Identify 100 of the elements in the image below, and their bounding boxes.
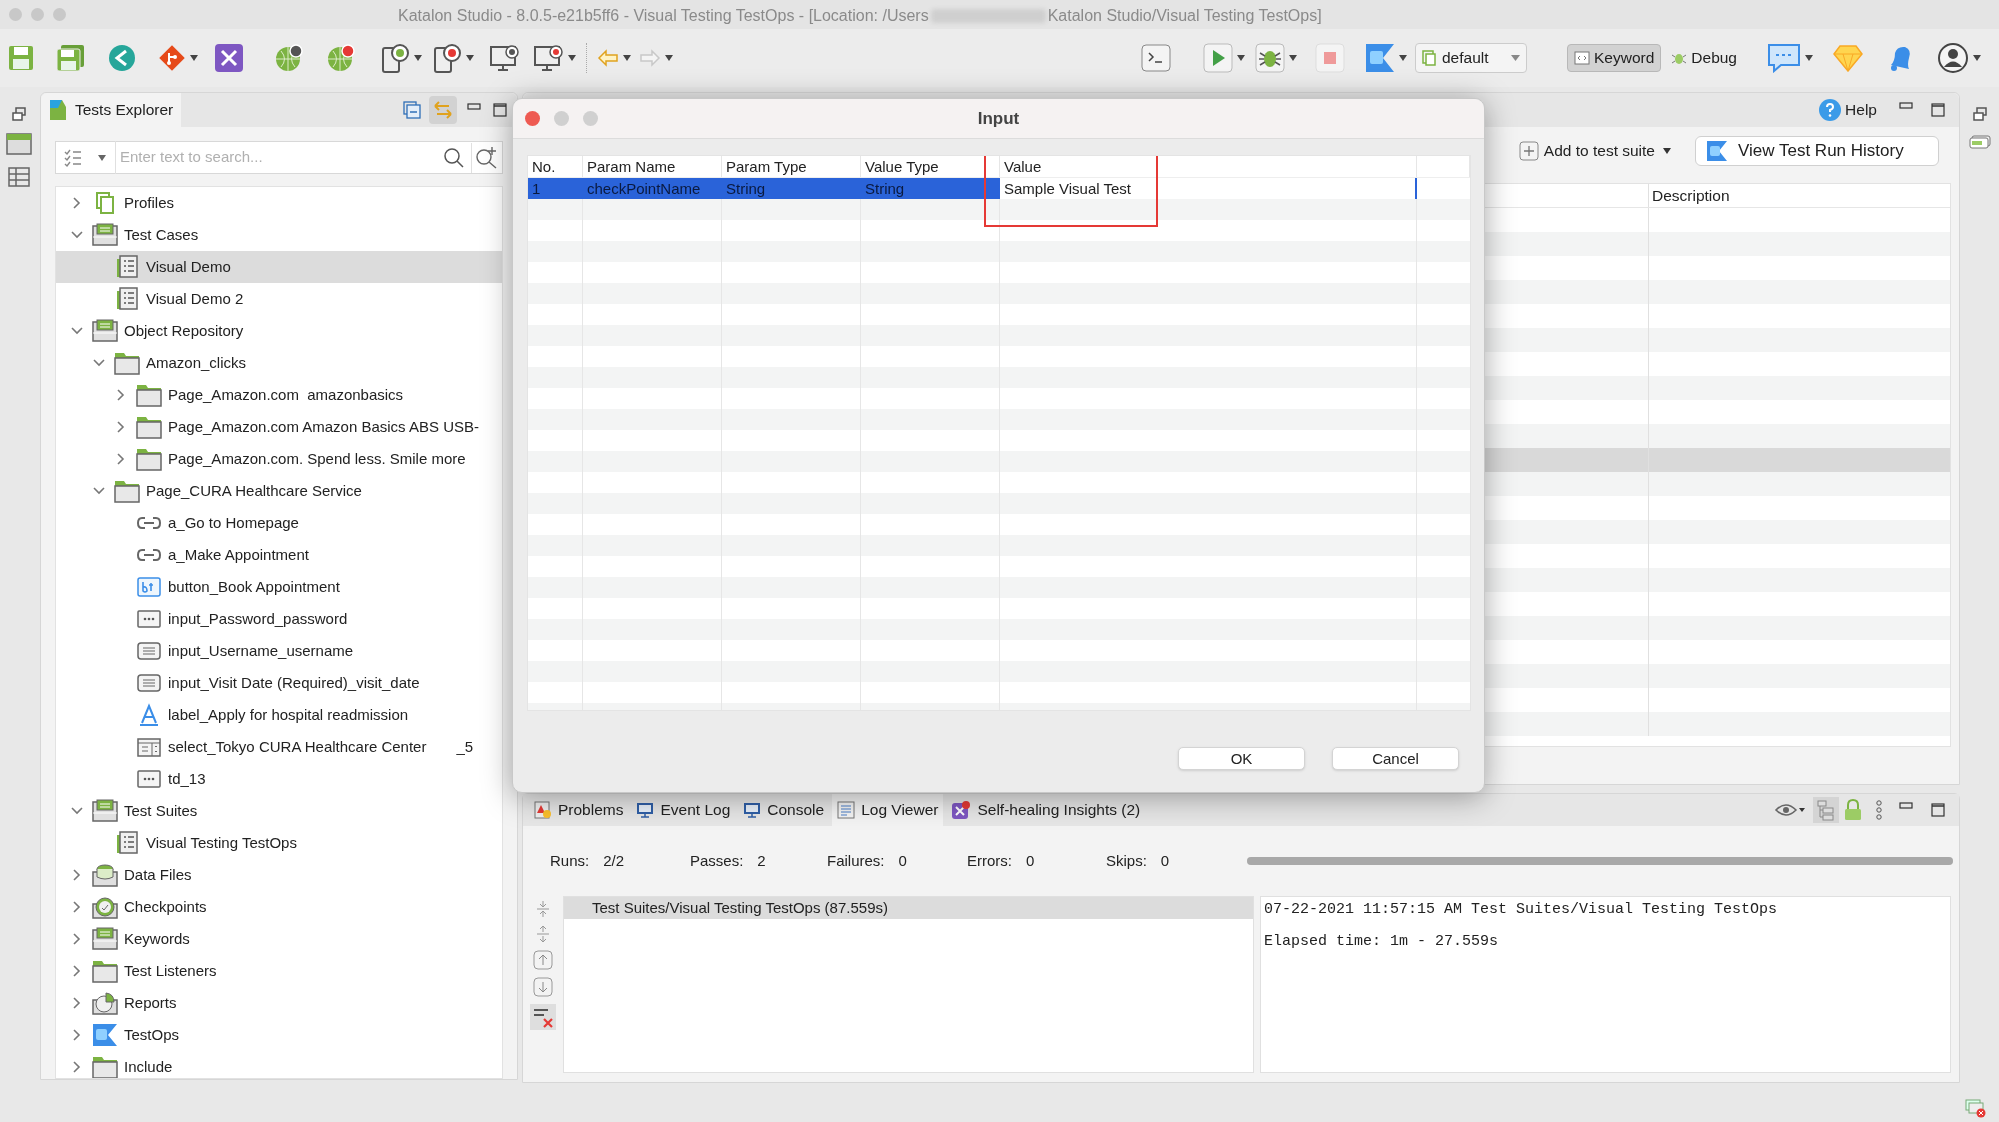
expand-all-icon[interactable] [535,900,551,918]
caret-icon[interactable] [1973,55,1981,61]
maximize-icon[interactable] [493,103,507,117]
tree-item[interactable]: td_13 [56,763,502,795]
caret-icon[interactable] [97,153,107,162]
keyword-button[interactable]: Keyword [1567,44,1662,72]
panel-tab[interactable]: Self-healing Insights (2) [946,794,1146,826]
list-icon [114,831,140,855]
record-desktop-icon[interactable] [534,44,564,72]
tree-item[interactable]: Page_Amazon.com Amazon Basics ABS USB- [56,411,502,443]
tree-item[interactable]: input_Username_username [56,635,502,667]
filter-icon[interactable] [63,147,83,168]
tree-item[interactable]: a_Make Appointment [56,539,502,571]
advanced-search-icon[interactable] [475,145,499,170]
save-icon[interactable] [8,45,34,71]
restore-icon[interactable] [12,107,26,121]
caret-icon[interactable] [190,55,198,61]
panel-tab[interactable]: Event Log [631,794,736,826]
maximize-icon[interactable] [1931,803,1945,817]
tree-item[interactable]: Visual Demo [56,251,502,283]
minimize-icon[interactable] [1899,102,1913,110]
tree-item[interactable]: Test Cases [56,219,502,251]
restore-icon[interactable] [1972,107,1987,121]
clear-icon[interactable] [530,1004,556,1030]
minimize-icon[interactable] [467,103,481,111]
panel-tab[interactable]: Console [738,794,830,826]
tree-item[interactable]: TestOps [56,1019,502,1051]
tree-item[interactable]: button_Book Appointment [56,571,502,603]
tree-item[interactable]: Test Listeners [56,955,502,987]
record-web-icon[interactable] [326,43,356,73]
notification-icon[interactable] [1965,1098,1987,1118]
maximize-icon[interactable] [1931,103,1945,117]
tree-item[interactable]: Include [56,1051,502,1078]
panel-tab[interactable]: Log Viewer [832,794,944,826]
caret-icon[interactable] [623,55,631,61]
tree-item[interactable]: Reports [56,987,502,1019]
record-mobile-icon[interactable] [434,43,462,73]
tree-item[interactable]: Page_CURA Healthcare Service [56,475,502,507]
caret-icon[interactable] [1805,55,1813,61]
spy-desktop-icon[interactable] [490,44,520,72]
tree-item[interactable]: Amazon_clicks [56,347,502,379]
tree-item[interactable]: label_Apply for hospital readmission [56,699,502,731]
profile-dropdown[interactable]: default [1415,43,1527,73]
caret-icon[interactable] [665,55,673,61]
caret-icon[interactable] [1289,55,1297,61]
more-icon[interactable] [1875,800,1883,820]
tree-item[interactable]: Visual Demo 2 [56,283,502,315]
spy-web-icon[interactable] [274,43,304,73]
chevron-down-icon[interactable] [68,229,86,241]
collapse-all-icon[interactable] [403,101,421,119]
tree-item[interactable]: Visual Testing TestOps [56,827,502,859]
dialog-button[interactable]: Cancel [1332,747,1459,770]
collapse-all-icon[interactable] [535,925,551,943]
spy-mobile-icon[interactable] [382,43,410,73]
search-field[interactable]: Enter text to search... [116,146,443,169]
tree-item[interactable]: Page_Amazon.com amazonbasics [56,379,502,411]
tree-item[interactable]: input_Visit Date (Required)_visit_date [56,667,502,699]
tree-item[interactable]: input_Password_password [56,603,502,635]
search-icon[interactable] [443,146,465,169]
bug-icon[interactable] [1255,43,1285,73]
chevron-down-icon[interactable] [68,325,86,337]
tree-item[interactable]: Page_Amazon.com. Spend less. Smile more [56,443,502,475]
table-icon[interactable] [8,167,30,187]
chevron-down-icon[interactable] [68,805,86,817]
panel-tab[interactable]: Tests Explorer [41,93,182,127]
tree-item[interactable]: a_Go to Homepage [56,507,502,539]
arrow-up-icon[interactable] [533,950,553,970]
chevron-down-icon[interactable] [90,357,108,369]
dialog-button[interactable]: OK [1178,747,1305,770]
tree-item[interactable]: Profiles [56,187,502,219]
tree-item[interactable]: Object Repository [56,315,502,347]
terminal-icon[interactable] [1141,44,1171,72]
view-history-button[interactable]: View Test Run History [1695,136,1939,166]
self-healing-icon[interactable] [214,43,244,73]
debug-button[interactable]: Debug [1667,44,1741,72]
panel-tab[interactable]: Problems [529,794,629,826]
eye-icon[interactable] [1775,802,1805,818]
caret-icon[interactable] [414,55,422,61]
tree-item[interactable]: Test Suites [56,795,502,827]
minimize-icon[interactable] [1899,802,1913,810]
katalon-icon[interactable] [108,44,136,72]
tree-item[interactable]: Keywords [56,923,502,955]
save-all-icon[interactable] [56,44,86,72]
arrow-down-icon[interactable] [533,977,553,997]
search-bar[interactable]: Enter text to search... [55,141,503,174]
caret-icon[interactable] [1399,55,1407,61]
tree-item[interactable]: select_Tokyo CURA Healthcare Center _5 [56,731,502,763]
caret-icon[interactable] [568,55,576,61]
help-link[interactable]: Help [1819,98,1877,122]
chevron-down-icon[interactable] [90,485,108,497]
panel-icon[interactable] [1968,135,1991,149]
caret-icon[interactable] [1237,55,1245,61]
add-to-suite-button[interactable]: Add to test suite [1518,139,1671,163]
close-button[interactable] [525,111,540,126]
keywords-icon[interactable] [6,133,32,155]
log-tree-item[interactable]: Test Suites/Visual Testing TestOps (87.559s) [564,897,1253,919]
tree-item[interactable]: Data Files [56,859,502,891]
user-icon[interactable] [1937,42,1969,74]
caret-icon[interactable] [466,55,474,61]
tree-item[interactable]: Checkpoints [56,891,502,923]
